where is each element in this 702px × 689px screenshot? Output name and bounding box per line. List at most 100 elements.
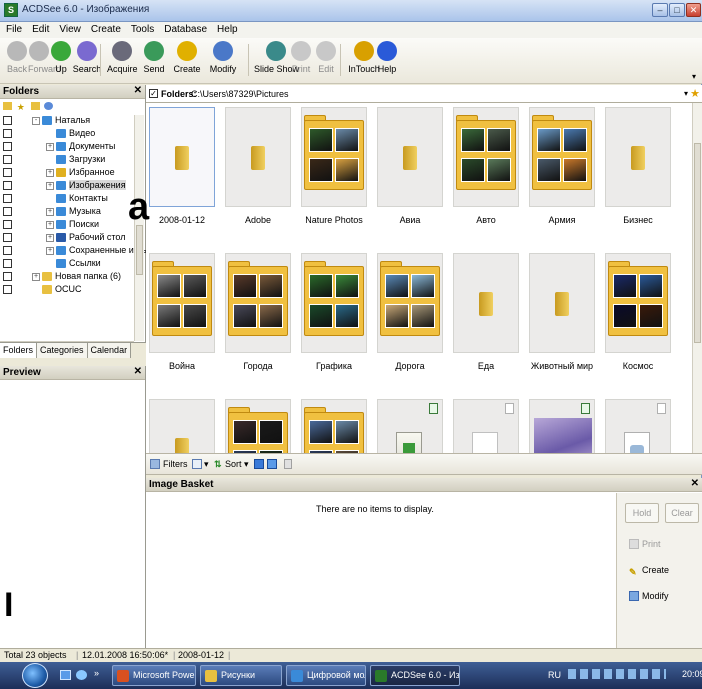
thumbnail-item[interactable] (529, 399, 595, 453)
thumbnail-item[interactable]: Графика (301, 253, 367, 371)
edit-button[interactable]: Edit (314, 41, 338, 81)
folders-checkbox[interactable]: ✓ (149, 89, 158, 98)
toolbar-overflow-icon[interactable]: ▾ (692, 72, 696, 81)
menu-database[interactable]: Database (158, 22, 211, 35)
thumbnail-item[interactable]: Еда (453, 253, 519, 371)
folder-tree-scrollbar[interactable] (134, 115, 144, 341)
send-button[interactable]: Send (140, 41, 168, 81)
file-list-scroll-thumb[interactable] (694, 143, 701, 343)
tray-icons[interactable] (567, 669, 666, 679)
tree-item-checkbox[interactable] (3, 181, 12, 190)
tree-item[interactable]: + Рабочий стол (0, 232, 134, 244)
thumbnail-item[interactable]: Армия (529, 107, 595, 225)
back-button[interactable]: Back (6, 41, 28, 81)
view-mode-icon[interactable] (192, 459, 202, 469)
menu-view[interactable]: View (53, 22, 85, 35)
thumbnail-item[interactable]: Авиа (377, 107, 443, 225)
acquire-button[interactable]: Acquire (107, 41, 138, 81)
up-button[interactable]: Up (50, 41, 72, 81)
tree-item-checkbox[interactable] (3, 168, 12, 177)
thumbnail-item[interactable]: Бизнес (605, 107, 671, 225)
thumbnail-item[interactable] (301, 399, 367, 453)
hold-button[interactable]: Hold (625, 503, 659, 523)
forward-button[interactable]: Forward (28, 41, 61, 81)
tree-item-checkbox[interactable] (3, 285, 12, 294)
search-button[interactable]: Search (72, 41, 102, 81)
image-basket-close-icon[interactable]: ✕ (691, 478, 699, 489)
menu-tools[interactable]: Tools (125, 22, 158, 35)
thumbnail-item[interactable]: Adobe (225, 107, 291, 225)
tree-item[interactable]: Загрузки (0, 154, 134, 166)
tree-item-checkbox[interactable] (3, 155, 12, 164)
tree-item-checkbox[interactable] (3, 194, 12, 203)
thumbnail-item[interactable]: Дорога (377, 253, 443, 371)
tree-item-checkbox[interactable] (3, 220, 12, 229)
taskbar-task-button[interactable]: Microsoft PowerPoi... (112, 665, 196, 686)
tree-item[interactable]: - Наталья (0, 115, 134, 127)
thumbnail-item[interactable] (149, 399, 215, 453)
quicklaunch-chevron-icon[interactable]: » (94, 668, 99, 678)
thumbnail-item[interactable]: Города (225, 253, 291, 371)
print-button[interactable]: Print (289, 41, 313, 81)
title-bar[interactable]: S ACDSee 6.0 - Изображения – □ ✕ (0, 0, 702, 22)
menu-file[interactable]: File (0, 22, 26, 35)
thumbnail-item[interactable]: Война (149, 253, 215, 371)
thumbnail-item[interactable] (605, 399, 671, 453)
quicklaunch-ie-icon[interactable] (76, 670, 87, 680)
tab-calendar[interactable]: Calendar (87, 343, 132, 358)
tree-item[interactable]: Контакты (0, 193, 134, 205)
tree-item[interactable]: Видео (0, 128, 134, 140)
tab-categories[interactable]: Categories (37, 343, 88, 358)
expand-icon[interactable]: + (46, 208, 54, 216)
file-list-scrollbar[interactable] (692, 103, 702, 453)
maximize-button[interactable]: □ (669, 3, 685, 17)
taskbar-task-button[interactable]: Рисунки (200, 665, 282, 686)
thumbnail-item[interactable] (377, 399, 443, 453)
select-all-icon[interactable] (254, 459, 264, 469)
sort-dropdown-icon[interactable]: ▾ (244, 459, 249, 470)
create-action[interactable]: ✎ Create (629, 565, 669, 577)
tree-star-icon[interactable]: ★ (17, 103, 26, 112)
quicklaunch-desktop-icon[interactable] (60, 670, 71, 680)
thumbnail-item[interactable]: Nature Photos (301, 107, 367, 225)
clear-button[interactable]: Clear (665, 503, 699, 523)
expand-icon[interactable]: + (46, 182, 54, 190)
help-button[interactable]: Help (375, 41, 399, 81)
taskbar-task-button[interactable]: ACDSee 6.0 - Изобр... (370, 665, 460, 686)
thumbnail-item[interactable]: Авто (453, 107, 519, 225)
print-action[interactable]: Print (629, 539, 661, 549)
create-button[interactable]: Create (172, 41, 202, 81)
thumbnail-item[interactable]: 2008-01-12 (149, 107, 215, 225)
folders-panel-close-icon[interactable]: ✕ (134, 85, 142, 96)
tree-item[interactable]: + Документы (0, 141, 134, 153)
tree-item-checkbox[interactable] (3, 233, 12, 242)
tree-item-checkbox[interactable] (3, 116, 12, 125)
thumbnail-item[interactable]: Животный мир (529, 253, 595, 371)
tree-item-checkbox[interactable] (3, 272, 12, 281)
menu-edit[interactable]: Edit (26, 22, 53, 35)
menu-create[interactable]: Create (85, 22, 125, 35)
tree-network-icon[interactable] (44, 102, 54, 110)
lock-icon[interactable] (284, 459, 292, 469)
start-button[interactable] (22, 663, 48, 688)
language-indicator[interactable]: RU (548, 670, 561, 680)
expand-icon[interactable]: + (32, 273, 40, 281)
thumbnail-item[interactable] (453, 399, 519, 453)
preview-panel-close-icon[interactable]: ✕ (134, 366, 142, 377)
expand-icon[interactable]: + (46, 221, 54, 229)
tree-item-checkbox[interactable] (3, 129, 12, 138)
tree-item[interactable]: + Сохраненные игры (0, 245, 149, 257)
minimize-button[interactable]: – (652, 3, 668, 17)
tree-item[interactable]: + Новая папка (6) (0, 271, 134, 283)
tree-item[interactable]: + Поиски (0, 219, 134, 231)
thumbnail-item[interactable]: Космос (605, 253, 671, 371)
tree-item[interactable]: Ссылки (0, 258, 134, 270)
tree-item-checkbox[interactable] (3, 259, 12, 268)
collapse-icon[interactable]: - (32, 117, 40, 125)
thumbnail-item[interactable] (225, 399, 291, 453)
tree-folder-icon[interactable] (3, 102, 12, 110)
view-mode-dropdown-icon[interactable]: ▾ (204, 459, 209, 470)
expand-icon[interactable]: + (46, 169, 54, 177)
modify-action[interactable]: Modify (629, 591, 669, 601)
filters-button[interactable]: Filters (163, 459, 188, 469)
